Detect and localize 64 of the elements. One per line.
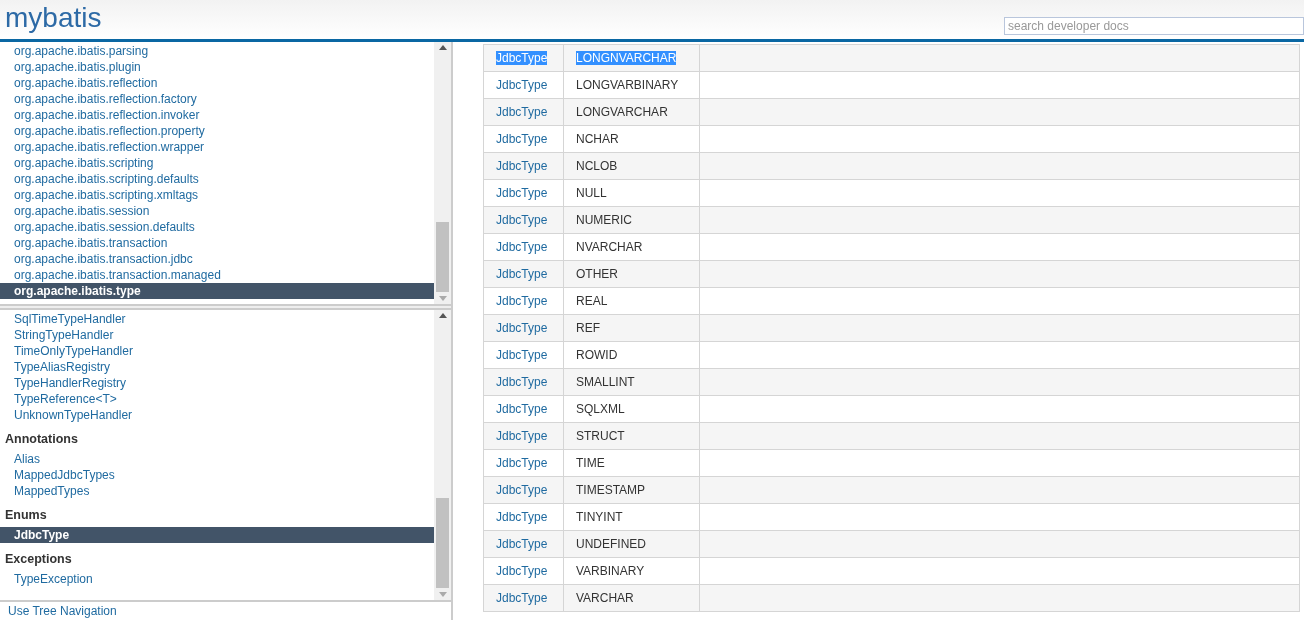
list-item[interactable]: TypeHandlerRegistry — [0, 375, 434, 392]
list-item[interactable]: UnknownTypeHandler — [0, 407, 434, 424]
list-item[interactable]: TypeAliasRegistry — [0, 359, 434, 376]
scroll-up-icon[interactable] — [438, 313, 447, 319]
section-heading: Annotations — [4, 431, 79, 449]
list-item[interactable]: org.apache.ibatis.reflection — [0, 75, 434, 91]
list-item[interactable]: TimeOnlyTypeHandler — [0, 343, 434, 360]
tree-navigation-link[interactable]: Use Tree Navigation — [0, 604, 117, 618]
list-item[interactable]: TypeException — [0, 571, 434, 588]
enum-constant: STRUCT — [576, 429, 625, 443]
list-item[interactable]: org.apache.ibatis.scripting — [0, 155, 434, 171]
enum-constant: UNDEFINED — [576, 537, 646, 551]
list-item[interactable]: org.apache.ibatis.transaction — [0, 235, 434, 251]
type-link[interactable]: JdbcType — [496, 51, 548, 65]
enum-constant: VARBINARY — [576, 564, 645, 578]
enum-constant: NUMERIC — [576, 213, 632, 227]
enum-constant: TINYINT — [576, 510, 623, 524]
list-item[interactable]: org.apache.ibatis.reflection.factory — [0, 91, 434, 107]
enum-constant: TIME — [576, 456, 605, 470]
list-item[interactable]: org.apache.ibatis.session — [0, 203, 434, 219]
list-item[interactable]: org.apache.ibatis.parsing — [0, 43, 434, 59]
scrollbar[interactable] — [434, 42, 451, 305]
enum-constant: ROWID — [576, 348, 618, 362]
enum-constant: REF — [576, 321, 600, 335]
enum-constant: OTHER — [576, 267, 618, 281]
search-field[interactable]: search developer docs — [1004, 17, 1304, 35]
list-item[interactable]: org.apache.ibatis.plugin — [0, 59, 434, 75]
enum-constant: SMALLINT — [576, 375, 635, 389]
list-item[interactable]: org.apache.ibatis.reflection.invoker — [0, 107, 434, 123]
selected-list-item[interactable]: JdbcType — [0, 527, 434, 544]
scrollbar-thumb[interactable] — [436, 222, 449, 293]
list-item[interactable]: TypeReference<T> — [0, 391, 434, 408]
list-item[interactable]: org.apache.ibatis.reflection.wrapper — [0, 139, 434, 155]
enum-constant: LONGNVARCHAR — [576, 51, 677, 65]
section-heading: Enums — [4, 507, 48, 525]
enum-constant: NCLOB — [576, 159, 618, 173]
list-item[interactable]: org.apache.ibatis.reflection.property — [0, 123, 434, 139]
list-item[interactable]: org.apache.ibatis.transaction.jdbc — [0, 251, 434, 267]
enum-constant: SQLXML — [576, 402, 625, 416]
list-item[interactable]: MappedJdbcTypes — [0, 467, 434, 484]
scrollbar[interactable] — [434, 310, 451, 600]
enum-constant: LONGVARCHAR — [576, 105, 668, 119]
site-logo[interactable]: mybatis — [0, 0, 102, 36]
enum-constant: NVARCHAR — [576, 240, 643, 254]
list-item[interactable]: SqlTimeTypeHandler — [0, 311, 434, 328]
list-item[interactable]: org.apache.ibatis.scripting.defaults — [0, 171, 434, 187]
list-item[interactable]: Alias — [0, 451, 434, 468]
enum-constant: REAL — [576, 294, 608, 308]
enum-constant: NCHAR — [576, 132, 619, 146]
enum-constant: NULL — [576, 186, 607, 200]
list-item[interactable]: org.apache.ibatis.scripting.xmltags — [0, 187, 434, 203]
enum-constant: VARCHAR — [576, 591, 634, 605]
list-item[interactable]: MappedTypes — [0, 483, 434, 500]
selected-list-item[interactable]: org.apache.ibatis.type — [0, 283, 434, 299]
section-heading: Exceptions — [4, 551, 73, 569]
list-item[interactable]: org.apache.ibatis.session.defaults — [0, 219, 434, 235]
list-item[interactable]: StringTypeHandler — [0, 327, 434, 344]
scroll-down-icon[interactable] — [438, 296, 447, 302]
enum-constant: TIMESTAMP — [576, 483, 646, 497]
list-item[interactable]: org.apache.ibatis.transaction.managed — [0, 267, 434, 283]
scroll-down-icon[interactable] — [438, 592, 447, 597]
scroll-up-icon[interactable] — [438, 45, 447, 50]
enum-constant: LONGVARBINARY — [576, 78, 679, 92]
scrollbar-thumb[interactable] — [436, 498, 449, 588]
